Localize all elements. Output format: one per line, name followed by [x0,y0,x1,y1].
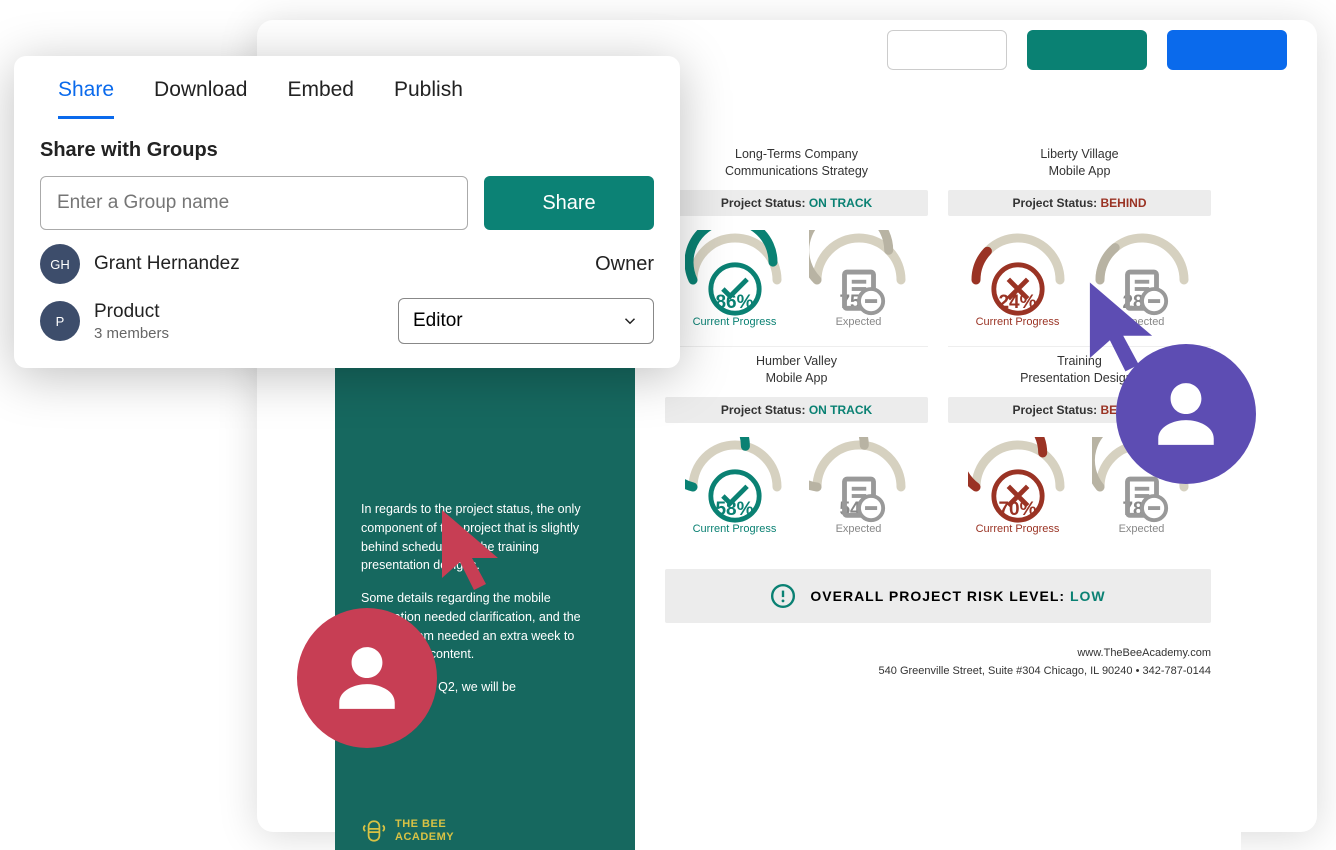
project-title: Long-Terms CompanyCommunications Strateg… [665,146,928,180]
tab-embed[interactable]: Embed [287,78,354,119]
document-main: Long-Terms CompanyCommunications Strateg… [635,130,1241,850]
tab-publish[interactable]: Publish [394,78,463,119]
person-icon [330,641,404,715]
project-card: Long-Terms CompanyCommunications Strateg… [665,140,928,347]
project-status: Project Status: BEHIND [948,190,1211,216]
share-popover: Share Download Embed Publish Share with Gro… [14,56,680,368]
member-name: Grant Hernandez [94,253,581,275]
project-status: Project Status: ON TRACK [665,397,928,423]
current-progress-gauge: 58% Current Progress [685,437,785,535]
project-title: Liberty VillageMobile App [948,146,1211,180]
header-search-box[interactable] [887,30,1007,70]
role-select[interactable]: Editor [398,298,654,344]
risk-level-bar: OVERALL PROJECT RISK LEVEL: LOW [665,569,1211,623]
members-list: GH Grant Hernandez Owner P Product 3 members E… [14,230,680,344]
alert-icon [770,583,796,609]
member-row: P Product 3 members Editor [14,284,680,344]
footer-address: 540 Greenville Street, Suite #304 Chicag… [665,663,1211,681]
project-card: Humber ValleyMobile App Project Status: … [665,347,928,553]
bee-icon [361,818,387,844]
member-row: GH Grant Hernandez Owner [14,230,680,284]
x-circle-icon [968,467,1068,530]
x-circle-icon [968,260,1068,323]
document-footer: www.TheBeeAcademy.com 540 Greenville Str… [665,645,1211,680]
header-primary-button[interactable] [1027,30,1147,70]
member-name: Product [94,301,384,323]
header-secondary-button[interactable] [1167,30,1287,70]
avatar: GH [40,244,80,284]
tab-download[interactable]: Download [154,78,247,119]
cursor-icon [430,506,510,596]
person-icon [1149,377,1223,451]
document-minus-icon [809,467,909,530]
brand-logo: THE BEEACADEMY [361,818,454,844]
collaborator-avatar-purple [1116,344,1256,484]
collaborator-avatar-red [297,608,437,748]
current-progress-gauge: 70% Current Progress [968,437,1068,535]
member-role: Owner [595,253,654,276]
group-name-input[interactable] [40,176,468,230]
member-subtitle: 3 members [94,325,384,342]
popover-tabs: Share Download Embed Publish [14,56,680,119]
chevron-down-icon [621,312,639,330]
share-button[interactable]: Share [484,176,654,230]
check-circle-icon [685,260,785,323]
share-section-title: Share with Groups [40,139,654,162]
project-title: Humber ValleyMobile App [665,353,928,387]
document-minus-icon [809,260,909,323]
expected-gauge: 54% Expected [809,437,909,535]
tab-share[interactable]: Share [58,78,114,119]
current-progress-gauge: 24% Current Progress [968,230,1068,328]
check-circle-icon [685,467,785,530]
avatar: P [40,301,80,341]
project-status: Project Status: ON TRACK [665,190,928,216]
footer-url: www.TheBeeAcademy.com [665,645,1211,663]
current-progress-gauge: 86% Current Progress [685,230,785,328]
expected-gauge: 75% Expected [809,230,909,328]
